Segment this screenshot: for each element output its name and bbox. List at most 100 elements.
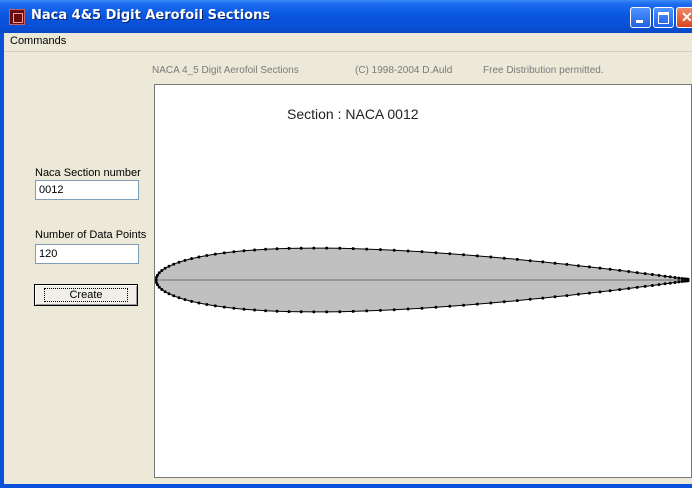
data-point <box>222 251 226 255</box>
data-point <box>325 310 329 314</box>
data-point <box>627 270 631 273</box>
data-point <box>253 248 257 252</box>
data-point <box>299 246 303 250</box>
data-point <box>167 292 171 296</box>
section-number-label: Naca Section number <box>35 167 141 179</box>
data-point <box>325 246 329 250</box>
airfoil-plot <box>155 246 690 314</box>
app-icon[interactable] <box>9 9 25 25</box>
data-point <box>183 298 187 302</box>
minimize-button[interactable] <box>630 7 651 28</box>
data-point <box>222 305 226 309</box>
data-point <box>565 262 569 266</box>
data-point <box>406 307 410 311</box>
data-point <box>163 266 167 270</box>
data-point <box>264 309 268 313</box>
close-button[interactable] <box>676 7 692 28</box>
data-point <box>299 310 303 314</box>
data-point <box>618 268 622 272</box>
data-point <box>462 303 466 307</box>
window-bottom-border <box>0 484 692 488</box>
data-point <box>475 254 479 258</box>
data-point <box>287 310 291 314</box>
data-point <box>253 308 257 312</box>
data-point <box>515 299 519 303</box>
data-point <box>618 288 622 292</box>
app-info-label: NACA 4_5 Digit Aerofoil Sections <box>152 65 299 76</box>
create-button[interactable]: Create <box>34 284 138 306</box>
data-point <box>663 282 667 286</box>
data-point <box>475 302 479 306</box>
data-point <box>608 267 612 271</box>
data-point <box>448 304 452 308</box>
data-point <box>673 276 677 279</box>
data-point <box>160 269 164 272</box>
data-point <box>668 281 672 285</box>
data-point <box>275 247 279 251</box>
data-point <box>392 248 396 252</box>
maximize-button[interactable] <box>653 7 674 28</box>
data-point <box>183 258 187 262</box>
data-point <box>565 294 569 298</box>
data-point <box>378 308 382 312</box>
data-point <box>406 249 410 253</box>
window-title: Naca 4&5 Digit Aerofoil Sections <box>31 8 271 23</box>
data-point <box>338 310 342 314</box>
menu-commands[interactable]: Commands <box>10 35 66 47</box>
data-point <box>635 271 639 275</box>
data-point <box>462 253 466 257</box>
data-point <box>489 255 493 259</box>
data-point <box>197 255 201 259</box>
data-point <box>232 250 236 254</box>
data-point <box>515 257 519 261</box>
data-point <box>502 300 506 304</box>
data-point <box>677 280 681 284</box>
data-point <box>677 276 681 280</box>
data-point <box>156 283 159 287</box>
data-points-input[interactable] <box>35 244 139 264</box>
data-point <box>287 246 291 250</box>
data-point <box>172 294 176 298</box>
data-point <box>541 260 545 264</box>
data-point <box>502 256 506 260</box>
data-point <box>167 264 171 268</box>
data-point <box>643 272 647 276</box>
section-number-input[interactable] <box>35 180 139 200</box>
data-point <box>650 284 654 287</box>
data-point <box>351 247 355 251</box>
data-point <box>643 284 647 288</box>
data-point <box>351 309 355 313</box>
data-point <box>190 299 194 303</box>
data-point <box>392 308 396 312</box>
data-point <box>213 252 217 256</box>
data-point <box>627 287 631 290</box>
data-point <box>232 306 236 310</box>
data-point <box>365 309 369 313</box>
data-point <box>177 296 181 300</box>
title-bar[interactable]: Naca 4&5 Digit Aerofoil Sections <box>0 0 692 33</box>
data-points-label: Number of Data Points <box>35 229 147 241</box>
data-point <box>541 296 545 300</box>
data-point <box>650 273 654 276</box>
data-point <box>155 276 158 279</box>
data-point <box>587 291 591 295</box>
data-point <box>657 273 661 277</box>
data-point <box>663 274 667 278</box>
data-point <box>378 248 382 252</box>
data-point <box>312 246 316 250</box>
data-point <box>598 290 602 294</box>
data-point <box>365 247 369 251</box>
data-point <box>242 307 246 311</box>
data-point <box>312 310 316 314</box>
data-point <box>576 292 580 296</box>
data-point <box>172 262 176 266</box>
data-point <box>163 290 167 294</box>
data-point <box>157 271 161 275</box>
data-point <box>657 283 661 287</box>
data-point <box>489 301 493 305</box>
distribution-label: Free Distribution permitted. <box>483 65 604 76</box>
data-point <box>680 280 684 283</box>
data-point <box>635 285 639 289</box>
data-point <box>213 304 217 308</box>
data-point <box>528 259 532 263</box>
